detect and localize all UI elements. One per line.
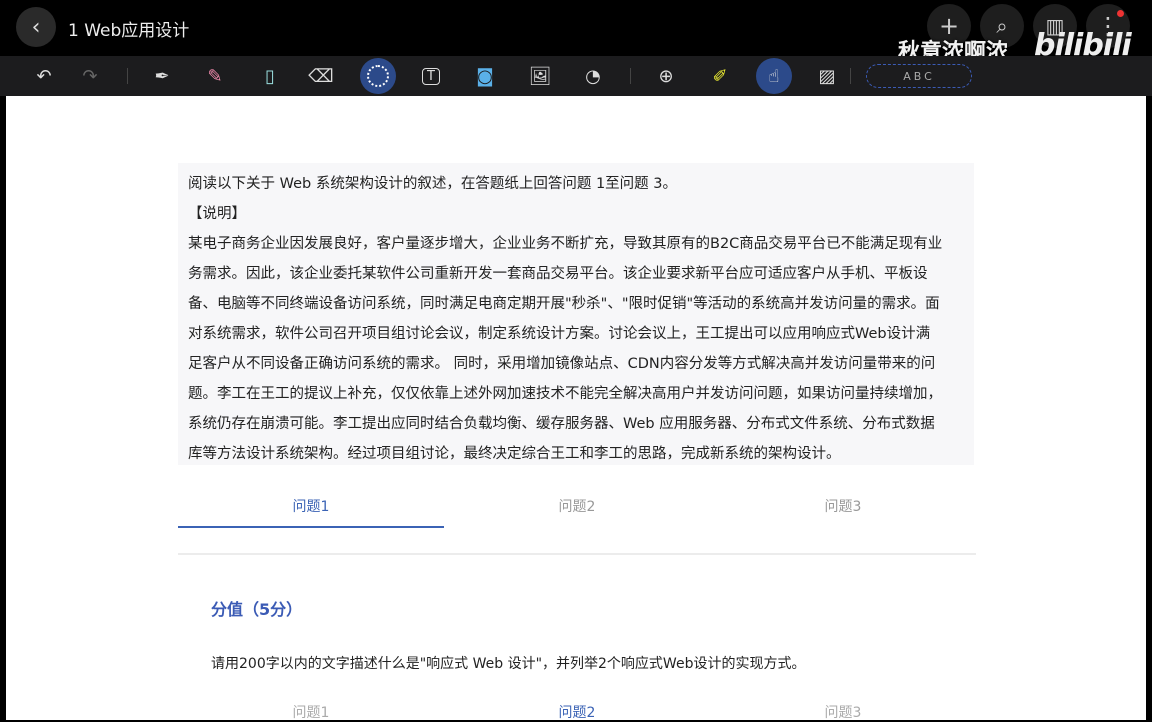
score-label: 分值（5分） xyxy=(211,600,303,619)
image-tool[interactable]: 🖼 xyxy=(524,60,556,92)
description-line: 库等方法设计系统架构。经过项目组讨论，最终决定综合王工和李工的思路，完成新系统的… xyxy=(188,446,841,462)
tab-question-3[interactable]: 问题3 xyxy=(710,702,976,722)
description-line: 题。李工在王工的提议上补充，仅仅依靠上述外网加速技术不能完全解决高用户并发访问问… xyxy=(188,386,942,402)
pen-icon: ✒ xyxy=(154,65,170,87)
shape-tool[interactable]: ◙ xyxy=(469,60,501,92)
description-line: 备、电脑等不同终端设备访问系统，同时满足电商定期开展"秒杀"、"限时促销"等活动… xyxy=(188,296,940,312)
eraser-icon: ⌫ xyxy=(308,65,334,87)
divider xyxy=(178,553,976,555)
text-tool[interactable]: T xyxy=(415,60,447,92)
zoom-tool[interactable]: ⊕ xyxy=(650,60,682,92)
description-line: 某电子商务企业因发展良好，客户量逐步增大，企业业务不断扩充，导致其原有的B2C商… xyxy=(188,236,943,252)
lasso-tool[interactable] xyxy=(360,58,396,94)
description-line: 【说明】 xyxy=(188,206,246,222)
undo-button[interactable]: ↶ xyxy=(28,60,60,92)
text-box-icon: T xyxy=(422,67,440,85)
lasso-icon xyxy=(367,65,389,87)
eraser-tool[interactable]: ⌫ xyxy=(305,60,337,92)
question-tabs: 问题1 问题2 问题3 xyxy=(178,492,976,528)
laser-pointer-tool[interactable]: ✐ xyxy=(704,60,736,92)
handwriting-input-box[interactable]: ABC xyxy=(866,64,972,88)
divider xyxy=(630,68,631,84)
sticker-icon: ◔ xyxy=(585,65,601,87)
divider xyxy=(850,68,851,84)
touch-drawing-toggle[interactable]: ☝ xyxy=(756,58,792,94)
question-text: 请用200字以内的文字描述什么是"响应式 Web 设计"，并列举2个响应式Web… xyxy=(211,656,806,672)
description-line: 阅读以下关于 Web 系统架构设计的叙述，在答题纸上回答问题 1至问题 3。 xyxy=(188,176,677,192)
highlighter-icon: ▯ xyxy=(265,65,275,87)
description-line: 对系统需求，软件公司召开项目组讨论会议，制定系统设计方案。讨论会议上，王工提出可… xyxy=(188,326,931,342)
back-button[interactable]: ‹ xyxy=(16,7,56,47)
tab-question-1[interactable]: 问题1 xyxy=(178,492,444,528)
shape-icon: ◙ xyxy=(476,65,494,87)
document-title: 1 Web应用设计 xyxy=(68,21,190,41)
image-icon: 🖼 xyxy=(528,65,552,87)
document-page: 阅读以下关于 Web 系统架构设计的叙述，在答题纸上回答问题 1至问题 3。 【… xyxy=(6,96,1146,722)
tab-question-1[interactable]: 问题1 xyxy=(178,702,444,722)
hatch-icon: ▨ xyxy=(818,65,836,87)
description-box: 阅读以下关于 Web 系统架构设计的叙述，在答题纸上回答问题 1至问题 3。 【… xyxy=(178,163,974,465)
redo-button[interactable]: ↷ xyxy=(74,60,106,92)
divider xyxy=(127,68,128,84)
laser-pointer-icon: ✐ xyxy=(712,65,728,87)
sticker-tool[interactable]: ◔ xyxy=(577,60,609,92)
description-line: 务需求。因此，该企业委托某软件公司重新开发一套商品交易平台。该企业要求新平台应可… xyxy=(188,266,928,282)
pattern-tool[interactable]: ▨ xyxy=(811,60,843,92)
drawing-toolbar: ↶ ↷ ✒ ✎ ▯ ⌫ T ◙ 🖼 ◔ ⊕ ✐ ☝ ▨ ABC xyxy=(0,56,1152,96)
hand-off-icon: ☝ xyxy=(768,65,780,87)
description-line: 系统仍存在崩溃可能。李工提出应同时结合负载均衡、缓存服务器、Web 应用服务器、… xyxy=(188,416,935,432)
chevron-left-icon: ‹ xyxy=(31,14,41,40)
pencil-icon: ✎ xyxy=(207,65,223,87)
highlighter-tool[interactable]: ▯ xyxy=(254,60,286,92)
tab-question-3[interactable]: 问题3 xyxy=(710,492,976,528)
top-bar: ‹ 1 Web应用设计 + ⌕ ▥ ⋮ 秋意浓啊浓 bilibili xyxy=(0,0,1152,65)
tab-question-2[interactable]: 问题2 xyxy=(444,492,710,528)
redo-icon: ↷ xyxy=(82,65,98,87)
undo-icon: ↶ xyxy=(36,65,52,87)
notification-dot xyxy=(1117,10,1124,17)
pencil-tool[interactable]: ✎ xyxy=(199,60,231,92)
zoom-in-icon: ⊕ xyxy=(658,65,674,87)
description-line: 足客户从不同设备正确访问系统的需求。 同时，采用增加镜像站点、CDN内容分发等方… xyxy=(188,356,936,372)
fountain-pen-tool[interactable]: ✒ xyxy=(146,60,178,92)
tab-question-2[interactable]: 问题2 xyxy=(444,702,710,722)
